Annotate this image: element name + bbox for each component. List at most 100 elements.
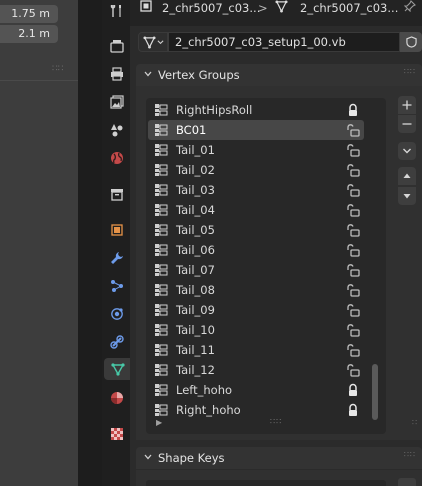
move-up-button[interactable]	[398, 167, 416, 185]
lock-open-icon[interactable]	[346, 323, 360, 337]
area-gap	[78, 0, 102, 486]
data-tab[interactable]	[104, 358, 132, 380]
physics-orbit-icon	[111, 308, 123, 320]
list-scrollbar-thumb[interactable]	[372, 364, 378, 420]
remove-vertex-group-button[interactable]	[398, 115, 416, 133]
vertex-group-name[interactable]: Tail_12	[176, 360, 215, 380]
vertex-group-name[interactable]: Tail_02	[176, 160, 215, 180]
vertex-group-name[interactable]: Tail_11	[176, 340, 215, 360]
vertex-group-icon	[155, 364, 168, 376]
vertex-group-icon	[155, 144, 168, 156]
output-tab[interactable]	[106, 63, 128, 85]
lock-open-icon[interactable]	[346, 123, 360, 137]
vertex-group-name[interactable]: Tail_01	[176, 140, 215, 160]
lock-open-icon[interactable]	[346, 243, 360, 257]
lock-open-icon[interactable]	[346, 183, 360, 197]
modifiers-tab[interactable]	[106, 247, 128, 269]
constraint-icon	[110, 335, 124, 349]
panel-grip-icon[interactable]: ∷	[412, 419, 417, 427]
chevron-down-icon	[144, 71, 152, 77]
list-item[interactable]: Tail_03	[148, 180, 364, 200]
list-item[interactable]: Tail_12	[148, 360, 364, 380]
breadcrumb-data-name: 2_chr5007_c03...	[300, 1, 399, 15]
vertex-group-name[interactable]: Tail_03	[176, 180, 215, 200]
constraints-tab[interactable]	[106, 331, 128, 353]
list-item[interactable]: Tail_11	[148, 340, 364, 360]
vertex-group-specials-button[interactable]	[398, 142, 416, 160]
list-item[interactable]: Tail_06	[148, 240, 364, 260]
lock-open-icon[interactable]	[346, 363, 360, 377]
collection-tab[interactable]	[106, 183, 128, 205]
list-item[interactable]: Tail_09	[148, 300, 364, 320]
lock-closed-icon[interactable]	[346, 103, 360, 117]
3d-viewport[interactable]: 1.75 m 2.1 m ∷∷	[0, 0, 78, 486]
texture-tab[interactable]	[106, 423, 128, 445]
lock-open-icon[interactable]	[346, 303, 360, 317]
vertex-group-name[interactable]: Tail_09	[176, 300, 215, 320]
list-item[interactable]: BC01	[148, 120, 364, 140]
vertex-group-name[interactable]: BC01	[176, 120, 206, 140]
vertex-group-name[interactable]: Tail_10	[176, 320, 215, 340]
list-item[interactable]: Tail_02	[148, 160, 364, 180]
vertex-group-name[interactable]: Tail_07	[176, 260, 215, 280]
particles-tab[interactable]	[106, 275, 128, 297]
lock-closed-icon[interactable]	[346, 403, 360, 417]
list-item[interactable]: Tail_10	[148, 320, 364, 340]
list-item[interactable]: Right_hoho	[148, 400, 364, 420]
pin-icon[interactable]	[404, 0, 416, 12]
fake-user-button[interactable]	[400, 32, 422, 52]
lock-open-icon[interactable]	[346, 263, 360, 277]
lock-closed-icon[interactable]	[346, 383, 360, 397]
browse-mesh-button[interactable]	[138, 32, 168, 52]
vertex-groups-panel-header[interactable]: Vertex Groups ∷∷	[136, 64, 422, 86]
list-resize-grip-icon[interactable]: ∷∷	[270, 418, 282, 426]
particles-icon	[111, 280, 123, 292]
render-tab[interactable]	[106, 35, 128, 57]
lock-open-icon[interactable]	[346, 283, 360, 297]
list-scrollbar[interactable]	[372, 100, 378, 420]
vertex-group-icon	[155, 224, 168, 236]
panel-drag-grip-icon[interactable]: ∷∷	[404, 451, 416, 459]
lock-open-icon[interactable]	[346, 143, 360, 157]
lock-open-icon[interactable]	[346, 203, 360, 217]
vertex-group-name[interactable]: Tail_08	[176, 280, 215, 300]
list-item[interactable]: Left_hoho	[148, 380, 364, 400]
vertex-group-name[interactable]: RightHipsRoll	[176, 100, 252, 120]
vertex-group-name[interactable]: Tail_04	[176, 200, 215, 220]
world-tab[interactable]	[106, 147, 128, 169]
list-item[interactable]: Tail_04	[148, 200, 364, 220]
material-tab[interactable]	[106, 387, 128, 409]
lock-open-icon[interactable]	[346, 163, 360, 177]
list-item[interactable]: Tail_08	[148, 280, 364, 300]
list-item[interactable]: Tail_07	[148, 260, 364, 280]
vertex-group-name[interactable]: Left_hoho	[176, 380, 232, 400]
object-tab[interactable]	[106, 219, 128, 241]
view-layer-tab[interactable]	[106, 91, 128, 113]
dimension-field-z[interactable]: 2.1 m	[0, 25, 58, 43]
list-item[interactable]: Tail_05	[148, 220, 364, 240]
vertex-group-icon	[155, 124, 168, 136]
tool-tab[interactable]	[106, 0, 128, 22]
dimension-field-y[interactable]: 1.75 m	[0, 5, 58, 23]
mesh-name-field[interactable]: 2_chr5007_c03_setup1_00.vb	[168, 32, 400, 52]
sidebar-grip-icon[interactable]: ∷∷	[52, 64, 63, 74]
shape-keys-panel-header[interactable]: Shape Keys ∷∷	[136, 447, 422, 469]
lock-open-icon[interactable]	[346, 223, 360, 237]
scene-tab[interactable]	[106, 119, 128, 141]
list-item[interactable]: RightHipsRoll	[148, 100, 364, 120]
vertex-group-name[interactable]: Tail_05	[176, 220, 215, 240]
add-shape-key-button[interactable]	[398, 478, 416, 486]
panel-drag-grip-icon[interactable]: ∷∷	[404, 68, 416, 76]
physics-tab[interactable]	[106, 303, 128, 325]
list-filter-toggle-icon[interactable]: ▶	[156, 418, 162, 427]
shape-keys-list[interactable]	[146, 480, 386, 486]
lock-open-icon[interactable]	[346, 343, 360, 357]
vertex-group-name[interactable]: Right_hoho	[176, 400, 241, 420]
move-down-button[interactable]	[398, 187, 416, 205]
list-item[interactable]: Tail_01	[148, 140, 364, 160]
chevron-down-icon	[144, 454, 152, 460]
box-icon	[111, 189, 123, 201]
vertex-groups-list[interactable]: RightHipsRoll BC01 Tail_01 Tail_02 Tail_03 Ta…	[146, 98, 386, 434]
vertex-group-name[interactable]: Tail_06	[176, 240, 215, 260]
add-vertex-group-button[interactable]	[398, 96, 416, 114]
